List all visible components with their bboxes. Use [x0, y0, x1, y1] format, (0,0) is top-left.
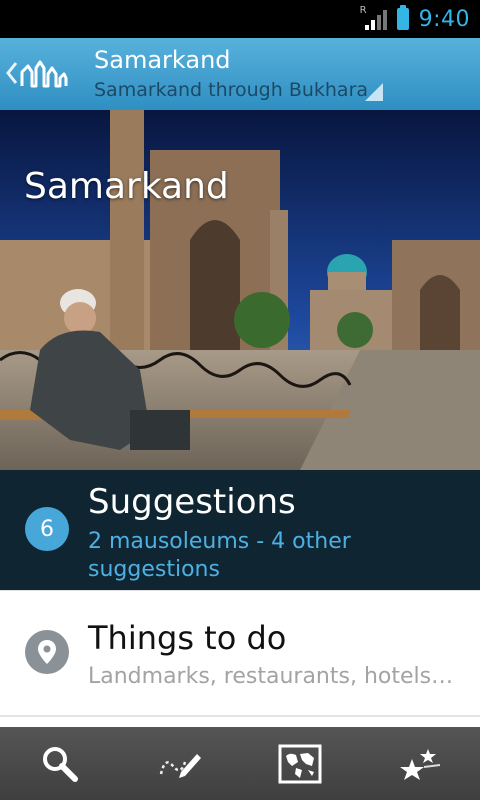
tab-notes[interactable]: [120, 727, 240, 800]
header-subtitle[interactable]: Samarkand through Bukhara: [94, 79, 368, 101]
tab-favorites[interactable]: [360, 727, 480, 800]
suggestions-title: Suggestions: [88, 482, 296, 522]
status-icons: R 9:40: [359, 0, 470, 38]
battery-icon: [396, 5, 409, 30]
status-bar: R 9:40: [0, 0, 480, 38]
pencil-note-icon: [159, 753, 201, 778]
roaming-indicator: R: [359, 5, 367, 16]
tab-map[interactable]: [240, 727, 360, 800]
clock: 9:40: [418, 6, 470, 32]
app-logo-icon[interactable]: [20, 58, 68, 88]
action-bar: Samarkand Samarkand through Bukhara: [0, 38, 480, 110]
suggestions-subtitle: 2 mausoleums - 4 other suggestions: [88, 529, 351, 582]
world-map-icon: [278, 744, 322, 783]
tab-search[interactable]: [0, 727, 120, 800]
suggestions-row[interactable]: 6 Suggestions 2 mausoleums - 4 other sug…: [0, 470, 480, 590]
things-to-do-row[interactable]: Things to do Landmarks, restaurants, hot…: [0, 590, 480, 717]
location-pin-icon: [25, 630, 69, 674]
screen: R 9:40 Samarkand Samarkand through Bukha…: [0, 0, 480, 800]
search-icon: [43, 746, 78, 782]
back-chevron-icon[interactable]: [4, 59, 20, 87]
hero-photo: [0, 110, 480, 470]
things-to-do-subtitle: Landmarks, restaurants, hotels ...: [88, 664, 458, 689]
header-title[interactable]: Samarkand: [94, 46, 231, 74]
hero-image: Samarkand: [0, 110, 480, 470]
dropdown-triangle-icon[interactable]: [365, 83, 383, 101]
signal-icon: R: [359, 5, 387, 30]
suggestions-count-badge: 6: [25, 507, 69, 551]
stars-icon: [400, 748, 441, 780]
bottom-tab-bar: [0, 727, 480, 800]
hero-title: Samarkand: [24, 166, 229, 207]
things-to-do-title: Things to do: [88, 619, 287, 657]
